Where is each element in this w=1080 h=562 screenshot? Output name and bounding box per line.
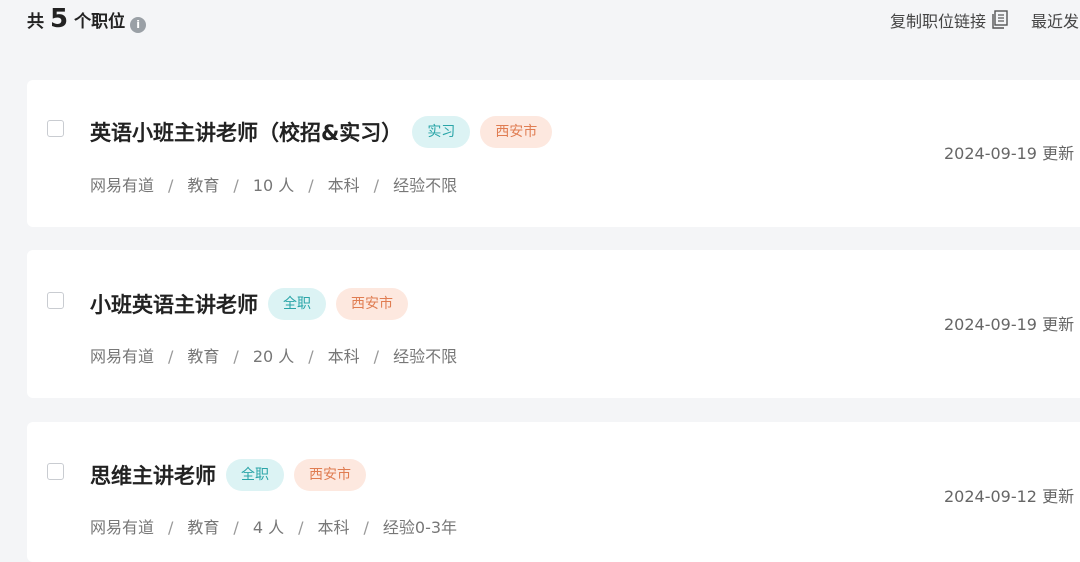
info-icon[interactable]: i bbox=[130, 17, 147, 33]
job-headcount: 20 人 bbox=[252, 347, 295, 366]
list-header: 共 5 个职位 i 复制职位链接 最近发 bbox=[0, 0, 1080, 60]
meta-separator: / bbox=[233, 176, 239, 195]
job-category: 教育 bbox=[187, 518, 220, 537]
job-headcount: 10 人 bbox=[252, 176, 295, 195]
sort-recent-button[interactable]: 最近发 bbox=[1031, 8, 1080, 32]
job-education: 本科 bbox=[317, 518, 350, 537]
job-education: 本科 bbox=[327, 347, 360, 366]
job-title-row: 思维主讲老师 全职 西安市 bbox=[90, 459, 366, 491]
count-suffix: 个职位 bbox=[74, 12, 126, 32]
job-experience: 经验不限 bbox=[393, 176, 458, 195]
job-type-tag: 实习 bbox=[412, 116, 471, 148]
copy-icon bbox=[992, 10, 1008, 29]
meta-separator: / bbox=[298, 518, 304, 537]
job-updated-date: 2024-09-12 更新 bbox=[944, 487, 1075, 506]
meta-separator: / bbox=[233, 347, 239, 366]
meta-separator: / bbox=[373, 347, 380, 366]
job-meta: 网易有道 / 教育 / 10 人 / 本科 / 经验不限 bbox=[90, 172, 457, 196]
count-value: 5 bbox=[50, 4, 69, 34]
meta-separator: / bbox=[373, 176, 380, 195]
job-headcount: 4 人 bbox=[252, 518, 285, 537]
job-company: 网易有道 bbox=[90, 518, 155, 537]
job-card[interactable]: 小班英语主讲老师 全职 西安市 网易有道 / 教育 / 20 人 / 本科 / 经验不限 202… bbox=[27, 250, 1080, 398]
job-title[interactable]: 小班英语主讲老师 bbox=[90, 289, 258, 319]
job-type-tag: 全职 bbox=[226, 459, 284, 491]
job-education: 本科 bbox=[327, 176, 360, 195]
job-select-checkbox[interactable] bbox=[47, 120, 64, 137]
job-select-checkbox[interactable] bbox=[47, 292, 64, 309]
job-updated-date: 2024-09-19 更新 bbox=[944, 315, 1075, 334]
job-select-checkbox[interactable] bbox=[47, 463, 64, 480]
job-title-row: 英语小班主讲老师（校招&实习） 实习 西安市 bbox=[90, 116, 553, 148]
meta-separator: / bbox=[233, 518, 239, 537]
copy-job-link-label: 复制职位链接 bbox=[890, 12, 987, 31]
job-title-row: 小班英语主讲老师 全职 西安市 bbox=[90, 288, 408, 320]
job-type-tag: 全职 bbox=[268, 288, 326, 320]
job-meta: 网易有道 / 教育 / 4 人 / 本科 / 经验0-3年 bbox=[90, 514, 457, 538]
job-title[interactable]: 英语小班主讲老师（校招&实习） bbox=[90, 117, 402, 147]
job-category: 教育 bbox=[187, 176, 220, 195]
meta-separator: / bbox=[308, 176, 314, 195]
meta-separator: / bbox=[363, 518, 369, 537]
count-prefix: 共 bbox=[27, 12, 44, 32]
meta-separator: / bbox=[168, 518, 174, 537]
job-experience: 经验不限 bbox=[393, 347, 458, 366]
job-card[interactable]: 英语小班主讲老师（校招&实习） 实习 西安市 网易有道 / 教育 / 10 人 / 本科 / 经… bbox=[27, 80, 1080, 227]
job-experience: 经验0-3年 bbox=[382, 518, 458, 537]
meta-separator: / bbox=[168, 176, 174, 195]
job-title[interactable]: 思维主讲老师 bbox=[90, 460, 216, 490]
job-city-tag: 西安市 bbox=[336, 288, 408, 320]
copy-job-link-button[interactable]: 复制职位链接 bbox=[890, 8, 1009, 32]
job-city-tag: 西安市 bbox=[480, 116, 553, 148]
meta-separator: / bbox=[308, 347, 314, 366]
job-company: 网易有道 bbox=[90, 176, 155, 195]
job-company: 网易有道 bbox=[90, 347, 155, 366]
job-city-tag: 西安市 bbox=[294, 459, 366, 491]
job-count: 共 5 个职位 i bbox=[27, 4, 147, 34]
job-meta: 网易有道 / 教育 / 20 人 / 本科 / 经验不限 bbox=[90, 343, 457, 367]
job-category: 教育 bbox=[187, 347, 220, 366]
meta-separator: / bbox=[168, 347, 174, 366]
job-card[interactable]: 思维主讲老师 全职 西安市 网易有道 / 教育 / 4 人 / 本科 / 经验0-3年 2024… bbox=[27, 422, 1080, 562]
job-updated-date: 2024-09-19 更新 bbox=[944, 144, 1075, 163]
